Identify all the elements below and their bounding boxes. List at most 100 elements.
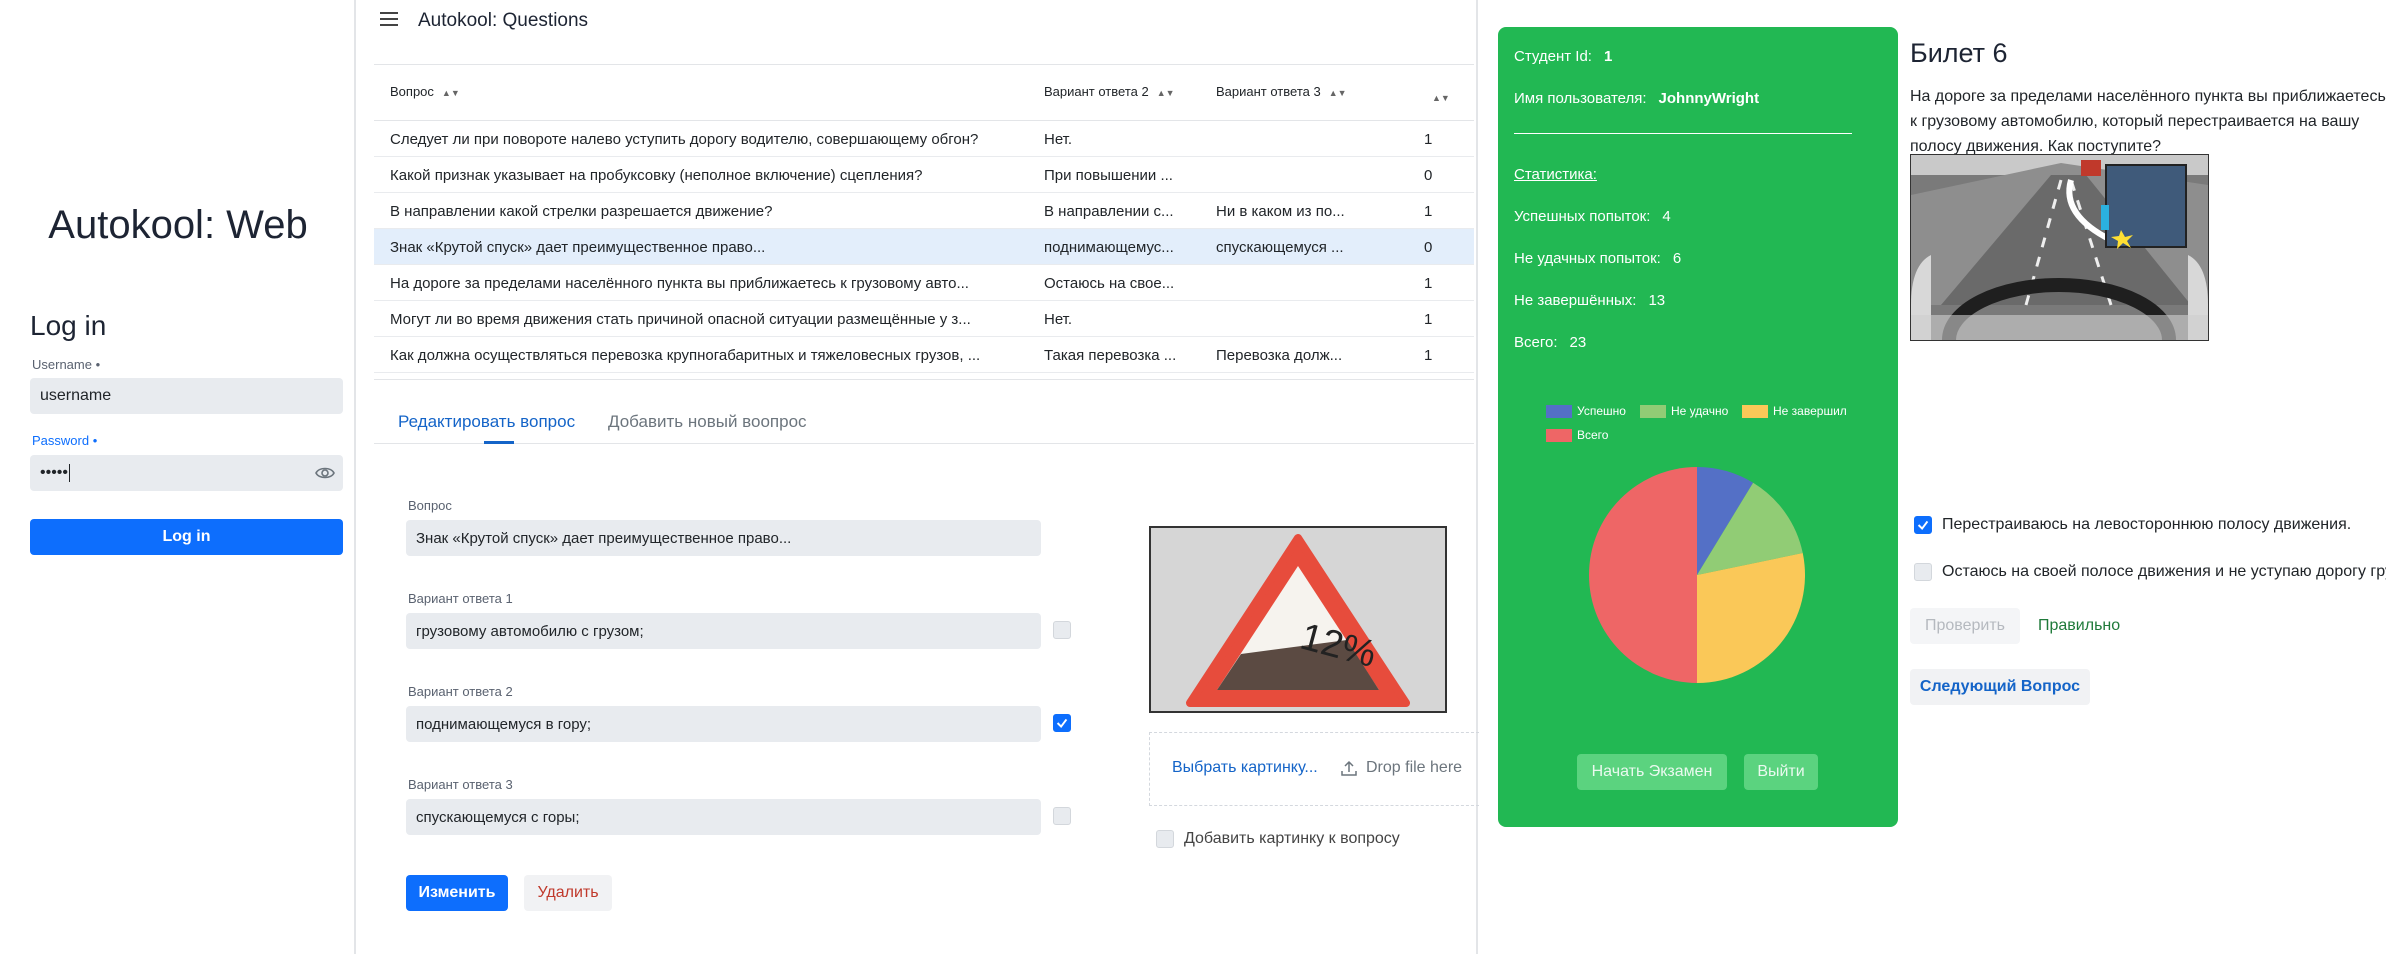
table-cell-question: Как должна осуществляться перевозка круп… <box>390 347 981 364</box>
sort-icon: ▲▼ <box>1156 87 1175 98</box>
legend-swatch <box>1742 404 1768 418</box>
answer3-label: Вариант ответа 3 <box>408 777 513 792</box>
next-question-button[interactable]: Следующий Вопрос <box>1910 669 2090 705</box>
pie-slice-4[interactable] <box>1589 467 1697 683</box>
table-cell-n: 0 <box>1424 167 1433 184</box>
admin-panel: Autokool: Questions Вопрос ▲▼ Вариант отв… <box>358 0 1479 954</box>
legend-item[interactable]: Не удачно <box>1640 404 1728 418</box>
question-input[interactable]: Знак «Крутой спуск» дает преимущественно… <box>406 520 1041 556</box>
student-username-value: JohnnyWright <box>1658 90 1760 107</box>
ticket-question: На дороге за пределами населённого пункт… <box>1910 88 2386 155</box>
top-bar: Autokool: Questions <box>358 0 1478 42</box>
table-row[interactable]: Как должна осуществляться перевозка круп… <box>374 337 1474 373</box>
table-cell-n: 1 <box>1424 311 1433 328</box>
answer1-correct-checkbox[interactable] <box>1053 621 1071 639</box>
legend-item[interactable]: Всего <box>1546 428 1608 442</box>
answer2-input[interactable]: поднимающемуся в гору; <box>406 706 1041 742</box>
answer3-value: спускающемуся с горы; <box>416 808 580 826</box>
column-header-question[interactable]: Вопрос ▲▼ <box>390 84 460 99</box>
answer2-correct-checkbox[interactable] <box>1053 714 1071 732</box>
eye-icon[interactable] <box>315 464 335 482</box>
image-dropzone[interactable]: Выбрать картинку... Drop file here <box>1149 732 1479 806</box>
table-cell-a3: спускающемуся ... <box>1216 239 1344 256</box>
answer-checkbox[interactable] <box>1914 516 1932 534</box>
sort-icon: ▲▼ <box>1328 87 1347 98</box>
question-label: Вопрос <box>408 498 452 513</box>
drop-file-label: Drop file here <box>1366 759 1463 776</box>
table-cell-a2: Нет. <box>1044 131 1073 148</box>
answer-checkbox[interactable] <box>1914 563 1932 581</box>
table-cell-n: 1 <box>1424 131 1433 148</box>
ticket-answer-2[interactable]: Остаюсь на своей полосе движения и не ус… <box>1914 563 2386 581</box>
statistics-label: Статистика: <box>1514 166 1597 183</box>
column-header-answer2[interactable]: Вариант ответа 2 ▲▼ <box>1044 84 1175 99</box>
username-value: username <box>40 387 112 404</box>
drop-file-area[interactable]: Drop file here <box>1340 759 1462 777</box>
table-cell-n: 0 <box>1424 239 1433 256</box>
table-cell-a2: Такая перевозка ... <box>1044 347 1177 364</box>
tab-edit-question[interactable]: Редактировать вопрос <box>398 412 575 432</box>
add-image-checkbox[interactable] <box>1156 830 1174 848</box>
page-title: Autokool: Questions <box>418 10 589 31</box>
table-cell-question: Могут ли во время движения стать причино… <box>390 311 971 328</box>
password-value: ••••• <box>40 464 69 481</box>
question-input-value: Знак «Крутой спуск» дает преимущественно… <box>416 529 792 547</box>
table-cell-a2: При повышении ... <box>1044 167 1173 184</box>
check-answer-button[interactable]: Проверить <box>1910 608 2020 644</box>
legend-swatch <box>1546 404 1572 418</box>
choose-image-button[interactable]: Выбрать картинку... <box>1172 759 1318 777</box>
column-header-answer3[interactable]: Вариант ответа 3 ▲▼ <box>1216 84 1347 99</box>
table-row[interactable]: Могут ли во время движения стать причино… <box>374 301 1474 337</box>
table-cell-question: Знак «Крутой спуск» дает преимущественно… <box>390 239 766 256</box>
add-image-option[interactable]: Добавить картинку к вопросу <box>1156 830 1400 848</box>
table-cell-n: 1 <box>1424 203 1433 220</box>
login-button[interactable]: Log in <box>30 519 343 555</box>
table-row[interactable]: Знак «Крутой спуск» дает преимущественно… <box>374 229 1474 265</box>
questions-grid: Вопрос ▲▼ Вариант ответа 2 ▲▼ Вариант отве… <box>374 64 1474 380</box>
answer1-input[interactable]: грузовому автомобилю с грузом; <box>406 613 1041 649</box>
table-cell-question: Какой признак указывает на пробуксовку (… <box>390 167 923 184</box>
student-id-value: 1 <box>1603 48 1613 65</box>
table-cell-question: Следует ли при повороте налево уступить … <box>390 131 979 148</box>
student-id-line: Студент Id: 1 <box>1514 48 1613 65</box>
app-title: Autokool: Web <box>48 203 308 247</box>
table-cell-question: На дороге за пределами населённого пункт… <box>390 275 969 292</box>
table-cell-a2: Остаюсь на свое... <box>1044 275 1175 292</box>
add-image-label: Добавить картинку к вопросу <box>1184 830 1400 847</box>
fail-value: 6 <box>1672 250 1682 267</box>
grid-header: Вопрос ▲▼ Вариант ответа 2 ▲▼ Вариант отве… <box>374 65 1474 121</box>
active-tab-indicator <box>484 441 514 444</box>
question-image-preview: 12% <box>1149 526 1447 713</box>
password-label: Password • <box>32 433 98 448</box>
table-cell-a3: Перевозка долж... <box>1216 347 1343 364</box>
start-exam-button[interactable]: Начать Экзамен <box>1577 754 1727 790</box>
pie-slice-3[interactable] <box>1697 553 1805 683</box>
ticket-answer-1[interactable]: Перестраиваюсь на левостороннюю полосу д… <box>1914 516 2351 534</box>
divider <box>1514 133 1852 134</box>
password-input[interactable]: ••••• <box>30 455 343 491</box>
success-line: Успешных попыток: 4 <box>1514 208 1671 225</box>
table-row[interactable]: Следует ли при повороте налево уступить … <box>374 121 1474 157</box>
table-row[interactable]: В направлении какой стрелки разрешается … <box>374 193 1474 229</box>
table-cell-a2: Нет. <box>1044 311 1073 328</box>
answer3-correct-checkbox[interactable] <box>1053 807 1071 825</box>
username-line: Имя пользователя: JohnnyWright <box>1514 90 1760 107</box>
table-cell-question: В направлении какой стрелки разрешается … <box>390 203 773 220</box>
table-row[interactable]: На дороге за пределами населённого пункт… <box>374 265 1474 301</box>
unfinished-value: 13 <box>1648 292 1666 309</box>
username-input[interactable]: username <box>30 378 343 414</box>
table-row[interactable]: Какой признак указывает на пробуксовку (… <box>374 157 1474 193</box>
answer1-value: грузовому автомобилю с грузом; <box>416 622 644 640</box>
upload-icon <box>1341 760 1357 776</box>
save-question-button[interactable]: Изменить <box>406 875 508 911</box>
answer2-value: поднимающемуся в гору; <box>416 715 592 733</box>
column-header-count[interactable]: ▲▼ <box>1424 89 1450 104</box>
legend-item[interactable]: Не завершил <box>1742 404 1847 418</box>
legend-swatch <box>1640 404 1666 418</box>
answer3-input[interactable]: спускающемуся с горы; <box>406 799 1041 835</box>
logout-button[interactable]: Выйти <box>1744 754 1818 790</box>
legend-item[interactable]: Успешно <box>1546 404 1626 418</box>
menu-icon[interactable] <box>380 12 398 26</box>
delete-question-button[interactable]: Удалить <box>524 875 612 911</box>
tab-add-question[interactable]: Добавить новый воопрос <box>608 412 807 432</box>
